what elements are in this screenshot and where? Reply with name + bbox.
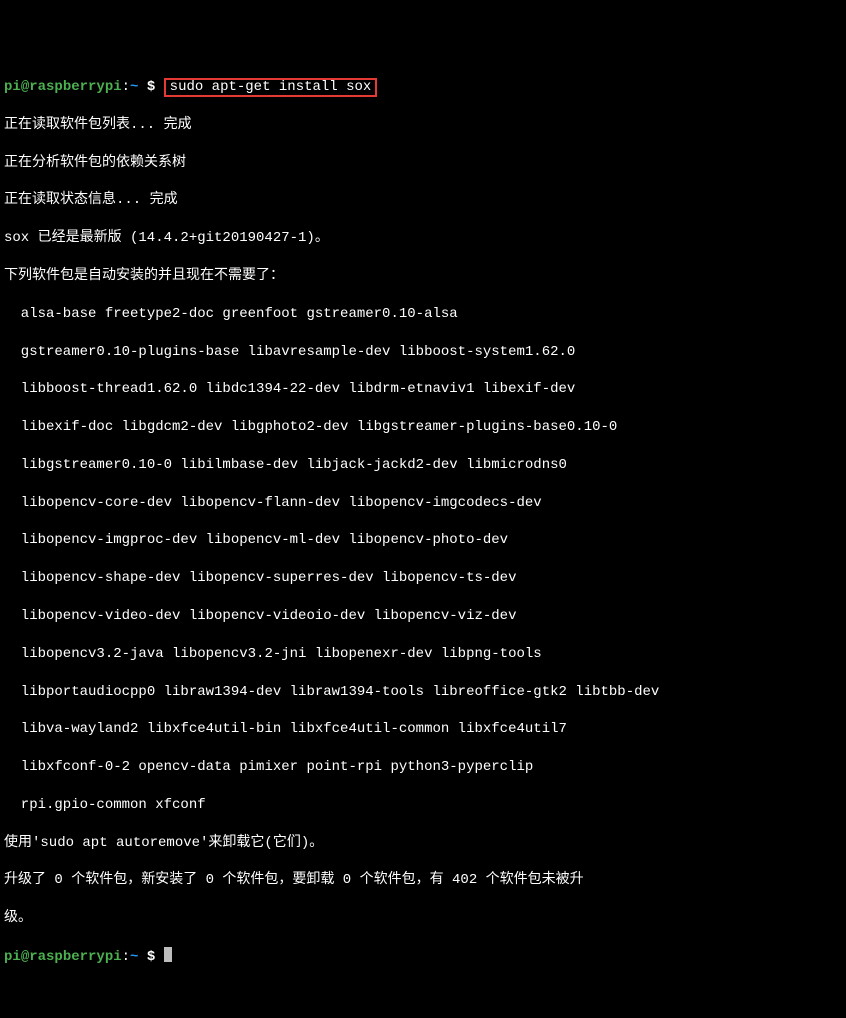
prompt-path: ~ [130,949,138,965]
output-line: libexif-doc libgdcm2-dev libgphoto2-dev … [4,418,842,437]
output-line: alsa-base freetype2-doc greenfoot gstrea… [4,305,842,324]
output-line: libxfconf-0-2 opencv-data pimixer point-… [4,758,842,777]
prompt-user: pi [4,949,21,965]
output-line: 下列软件包是自动安装的并且现在不需要了： [4,267,842,286]
highlighted-command-box: sudo apt-get install sox [164,78,378,97]
output-line: 升级了 0 个软件包，新安装了 0 个软件包，要卸载 0 个软件包，有 402 … [4,871,842,890]
output-line: libopencv-imgproc-dev libopencv-ml-dev l… [4,531,842,550]
output-line: 级。 [4,909,842,928]
output-line: sox 已经是最新版 (14.4.2+git20190427-1)。 [4,229,842,248]
output-line: libboost-thread1.62.0 libdc1394-22-dev l… [4,380,842,399]
prompt-at: @ [21,79,29,95]
prompt-dollar: $ [138,949,163,965]
output-line: 正在读取状态信息... 完成 [4,191,842,210]
prompt-dollar: $ [138,79,163,95]
output-line: gstreamer0.10-plugins-base libavresample… [4,343,842,362]
cursor-block [164,947,172,962]
prompt-user: pi [4,79,21,95]
prompt-host: raspberrypi [29,79,121,95]
command-text: sudo apt-get install sox [170,79,372,95]
output-line: libportaudiocpp0 libraw1394-dev libraw13… [4,683,842,702]
prompt-line-2[interactable]: pi@raspberrypi:~ $ [4,947,842,967]
output-line: 使用'sudo apt autoremove'来卸载它(它们)。 [4,834,842,853]
prompt-host: raspberrypi [29,949,121,965]
prompt-at: @ [21,949,29,965]
output-line: libopencv-core-dev libopencv-flann-dev l… [4,494,842,513]
output-line: 正在分析软件包的依赖关系树 [4,154,842,173]
terminal[interactable]: pi@raspberrypi:~ $ sudo apt-get install … [0,57,846,988]
output-line: libopencv-shape-dev libopencv-superres-d… [4,569,842,588]
output-line: libva-wayland2 libxfce4util-bin libxfce4… [4,720,842,739]
output-line: libopencv3.2-java libopencv3.2-jni libop… [4,645,842,664]
output-line: libopencv-video-dev libopencv-videoio-de… [4,607,842,626]
output-line: rpi.gpio-common xfconf [4,796,842,815]
prompt-colon: : [122,79,130,95]
prompt-colon: : [122,949,130,965]
output-line: 正在读取软件包列表... 完成 [4,116,842,135]
output-line: libgstreamer0.10-0 libilmbase-dev libjac… [4,456,842,475]
prompt-line-1: pi@raspberrypi:~ $ sudo apt-get install … [4,78,842,97]
